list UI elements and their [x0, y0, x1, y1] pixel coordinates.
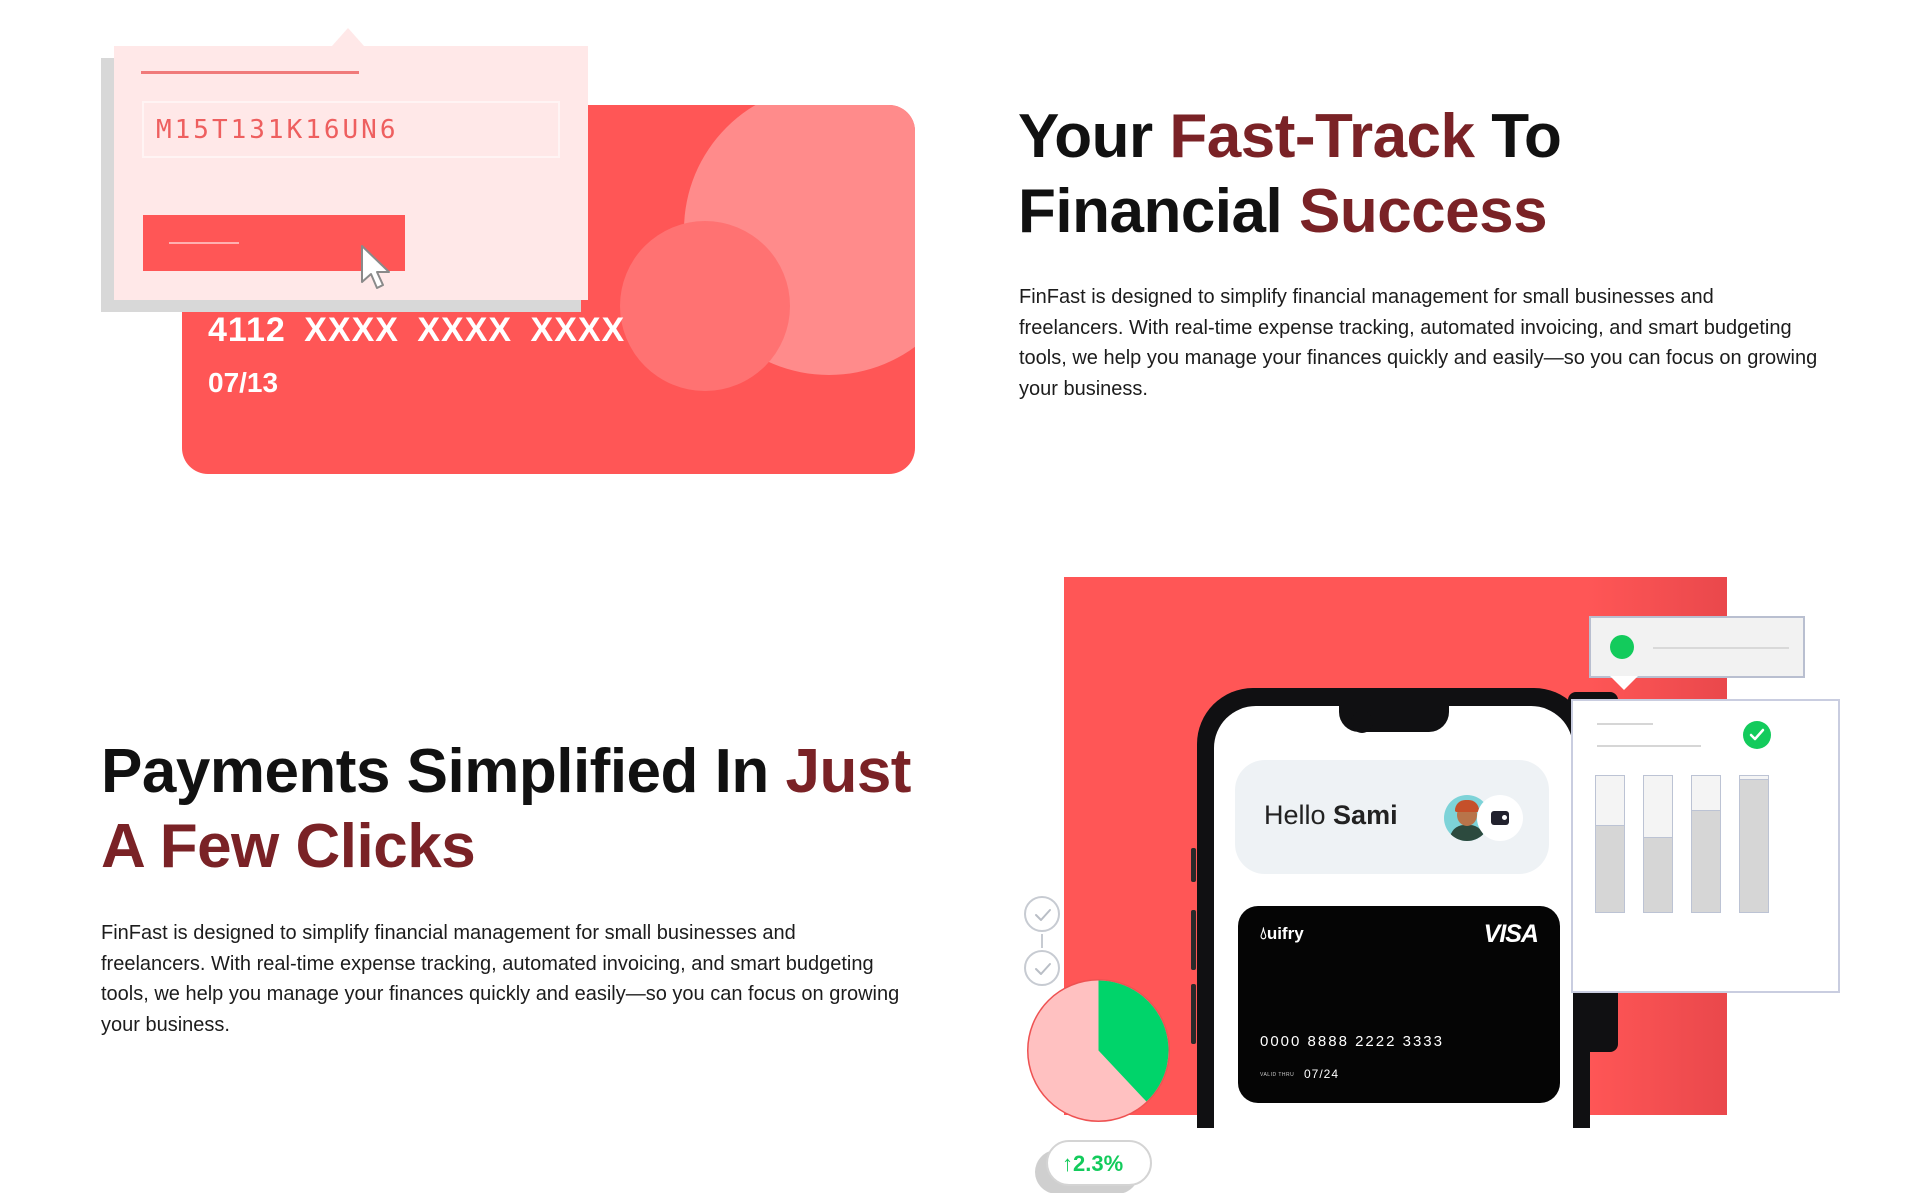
section-one-description: FinFast is designed to simplify financia… [1019, 286, 1818, 400]
promo-code-value: M15T131K16UN6 [156, 115, 399, 145]
growth-badge: ↑2.3% [1046, 1140, 1152, 1186]
phone-notch [1339, 706, 1449, 733]
promo-popup-arrow [332, 28, 364, 46]
button-label-line [169, 242, 239, 244]
phone-button [1191, 848, 1196, 882]
bar-chart-card [1571, 699, 1840, 993]
title-accent: Fast-Track [1169, 102, 1475, 171]
camera-icon [1351, 711, 1373, 733]
checkmark-circle-icon [1024, 896, 1060, 932]
pie-chart [1027, 979, 1170, 1122]
title-word: Payments Simplified In [101, 737, 786, 806]
bar-fill [1740, 778, 1768, 912]
promo-code-field[interactable]: M15T131K16UN6 [142, 101, 560, 158]
phone-button [1191, 984, 1196, 1044]
bar-fill [1596, 824, 1624, 912]
phone-mockup: Hello Sami 💧︎uifry VISA 0000 8888 2222 3… [1191, 688, 1590, 1136]
notification-text-line [1653, 647, 1789, 649]
card-number: 4112 XXXX XXXX XXXX [208, 311, 626, 349]
title-word: To [1474, 102, 1562, 171]
section-two-description: FinFast is designed to simplify financia… [101, 922, 900, 1036]
notification-card [1589, 616, 1805, 678]
chart-subtitle-line [1597, 745, 1701, 747]
payment-card[interactable]: 💧︎uifry VISA 0000 8888 2222 3333 VALID T… [1238, 906, 1560, 1103]
bar-column [1643, 775, 1673, 913]
bar-column [1739, 775, 1769, 913]
card-brand: 💧︎uifry [1260, 924, 1304, 943]
section-one-title: Your Fast-Track To Financial Success [1018, 99, 1778, 249]
bar-column [1691, 775, 1721, 913]
bar-fill [1644, 837, 1672, 912]
title-accent: Success [1298, 177, 1548, 246]
card-expiry: 07/24 [1304, 1067, 1340, 1081]
promo-code-popup: M15T131K16UN6 [114, 46, 588, 300]
notification-pointer [1610, 676, 1638, 690]
phone-screen: Hello Sami 💧︎uifry VISA 0000 8888 2222 3… [1214, 706, 1573, 1136]
checklist-connector [1041, 934, 1043, 948]
user-name: Sami [1333, 800, 1398, 830]
title-accent: A Few Clicks [101, 812, 476, 881]
card-decor-circle-small [620, 221, 790, 391]
card-number: 0000 8888 2222 3333 [1260, 1033, 1444, 1050]
avatar-hair [1455, 800, 1479, 812]
title-accent: Just [785, 737, 911, 806]
chart-title-line [1597, 723, 1653, 725]
bar-fill [1692, 810, 1720, 912]
status-dot-icon [1610, 635, 1634, 659]
growth-value: ↑2.3% [1062, 1151, 1124, 1176]
greeting-card: Hello Sami [1235, 760, 1549, 874]
greeting-text: Hello Sami [1264, 800, 1398, 831]
phone-button [1191, 910, 1196, 970]
bar-column [1595, 775, 1625, 913]
visa-logo: VISA [1483, 920, 1539, 948]
section-two-title: Payments Simplified In Just A Few Clicks [101, 734, 941, 884]
title-word: Your [1018, 102, 1170, 171]
check-icon [1743, 721, 1771, 749]
title-word: Financial [1018, 177, 1299, 246]
wallet-button[interactable] [1477, 795, 1523, 841]
valid-thru-label: VALID THRU [1260, 1072, 1295, 1078]
popup-title-line [141, 71, 359, 74]
greeting-word: Hello [1264, 800, 1326, 830]
card-brand-name: uifry [1266, 924, 1304, 943]
card-expiry: 07/13 [208, 367, 279, 398]
wallet-icon [1491, 811, 1509, 825]
mouse-cursor-icon [361, 245, 390, 289]
